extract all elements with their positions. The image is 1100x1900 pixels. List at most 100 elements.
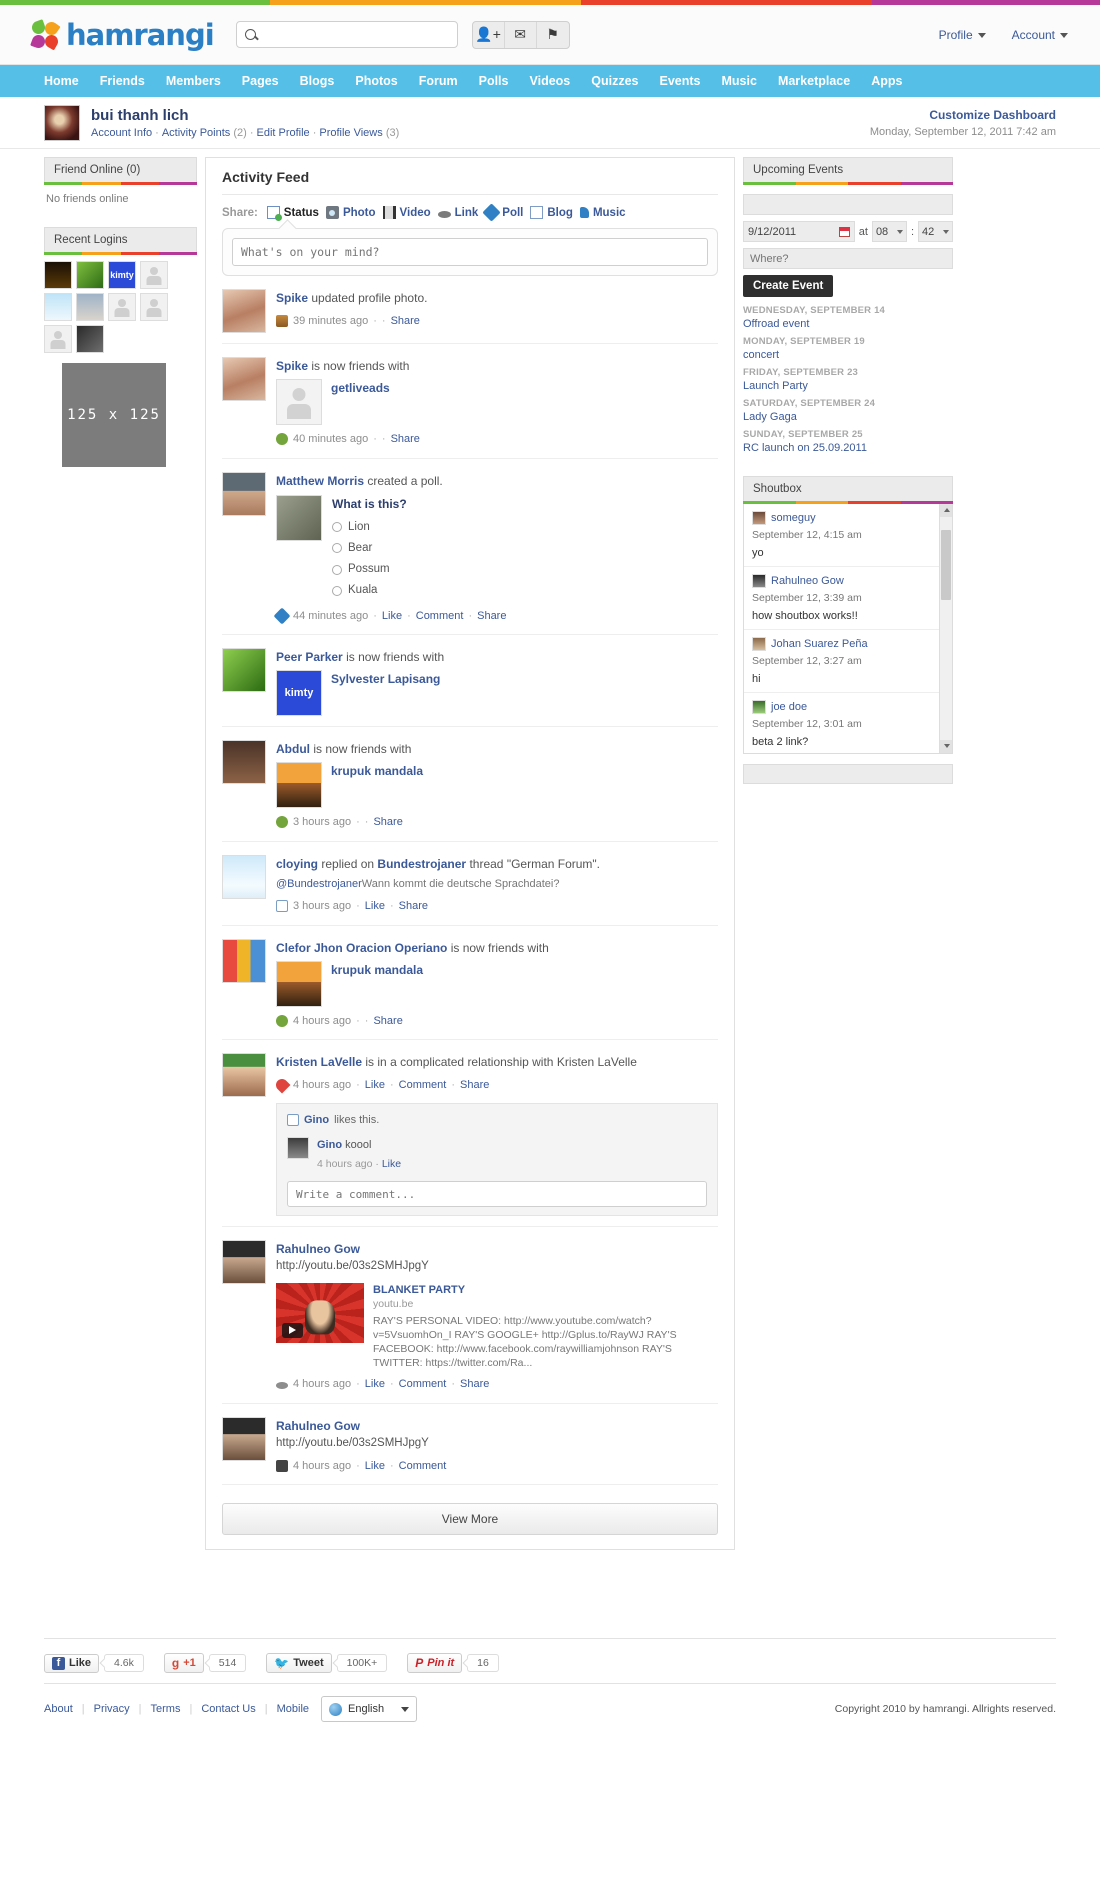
event-where-input[interactable] bbox=[743, 248, 953, 269]
feed-item-friend[interactable]: krupuk mandala bbox=[331, 762, 423, 780]
poll-option[interactable]: Possum bbox=[332, 559, 407, 580]
scrollbar-thumb[interactable] bbox=[941, 530, 951, 600]
footer-link-terms[interactable]: Terms bbox=[151, 1703, 181, 1715]
logo[interactable]: hamrangi bbox=[30, 18, 215, 52]
shoutbox-scrollbar[interactable] bbox=[939, 504, 952, 753]
share-link-button[interactable]: Link bbox=[437, 207, 478, 219]
recent-login-thumb[interactable] bbox=[76, 325, 104, 353]
event-name[interactable]: RC launch on 25.09.2011 bbox=[743, 442, 867, 454]
flag-icon[interactable]: ⚑ bbox=[537, 22, 569, 48]
avatar[interactable] bbox=[752, 637, 766, 651]
recent-login-thumb[interactable] bbox=[76, 261, 104, 289]
share-action[interactable]: Share bbox=[460, 1077, 489, 1094]
pinterest-pin-button[interactable]: P Pin it 16 bbox=[407, 1653, 499, 1674]
nav-item-forum[interactable]: Forum bbox=[419, 74, 458, 88]
recent-login-thumb[interactable] bbox=[108, 293, 136, 321]
profile-menu[interactable]: Profile bbox=[939, 28, 986, 42]
share-status-button[interactable]: Status bbox=[266, 206, 319, 221]
event-what-input[interactable] bbox=[743, 194, 953, 215]
feed-item-url[interactable]: http://youtu.be/03s2SMHJpgY bbox=[276, 1258, 718, 1275]
like-action[interactable]: Like bbox=[365, 1458, 385, 1475]
comment-action[interactable]: Comment bbox=[416, 608, 464, 625]
like-action[interactable]: Like bbox=[382, 608, 402, 625]
comment-action[interactable]: Comment bbox=[399, 1376, 447, 1393]
share-action[interactable]: Share bbox=[373, 1013, 402, 1030]
share-action[interactable]: Share bbox=[391, 313, 420, 330]
event-hour-select[interactable]: 08 bbox=[871, 221, 907, 242]
status-input[interactable] bbox=[232, 238, 708, 266]
friend-thumb[interactable] bbox=[276, 762, 322, 808]
event-name[interactable]: Lady Gaga bbox=[743, 411, 797, 423]
feed-item-author[interactable]: Rahulneo Gow bbox=[276, 1240, 718, 1258]
avatar[interactable] bbox=[222, 938, 266, 983]
create-event-button[interactable]: Create Event bbox=[743, 275, 834, 297]
share-music-button[interactable]: Music bbox=[579, 207, 626, 219]
radio-icon[interactable] bbox=[332, 585, 342, 596]
nav-item-music[interactable]: Music bbox=[722, 74, 757, 88]
recent-login-thumb[interactable] bbox=[44, 261, 72, 289]
avatar[interactable] bbox=[222, 357, 266, 401]
share-poll-button[interactable]: Poll bbox=[482, 203, 523, 222]
recent-login-thumb[interactable] bbox=[44, 325, 72, 353]
share-action[interactable]: Share bbox=[373, 814, 402, 831]
feed-item-url[interactable]: http://youtu.be/03s2SMHJpgY bbox=[276, 1435, 718, 1452]
nav-item-pages[interactable]: Pages bbox=[242, 74, 279, 88]
footer-link-privacy[interactable]: Privacy bbox=[94, 1703, 130, 1715]
avatar[interactable] bbox=[222, 289, 266, 333]
nav-item-polls[interactable]: Polls bbox=[479, 74, 509, 88]
recent-login-thumb[interactable] bbox=[140, 293, 168, 321]
thread-owner[interactable]: Bundestrojaner bbox=[377, 857, 466, 871]
friend-thumb[interactable]: kimty bbox=[276, 670, 322, 716]
link-preview-card[interactable]: BLANKET PARTY youtu.be RAY'S PERSONAL VI… bbox=[276, 1282, 718, 1371]
poll-option[interactable]: Kuala bbox=[332, 580, 407, 601]
link-profile-views[interactable]: Profile Views bbox=[319, 127, 382, 139]
like-action[interactable]: Like bbox=[365, 898, 385, 915]
avatar[interactable] bbox=[222, 1240, 266, 1285]
feed-item-author[interactable]: Rahulneo Gow bbox=[276, 1417, 718, 1435]
event-date-field[interactable]: 9/12/2011 bbox=[743, 221, 855, 242]
poll-thumb[interactable] bbox=[276, 494, 322, 541]
share-photo-button[interactable]: Photo bbox=[325, 206, 376, 219]
feed-item-author[interactable]: Spike bbox=[276, 291, 308, 305]
shout-author[interactable]: someguy bbox=[771, 512, 816, 524]
liker-name[interactable]: Gino bbox=[304, 1112, 329, 1129]
event-name[interactable]: concert bbox=[743, 349, 779, 361]
avatar[interactable] bbox=[222, 1416, 266, 1461]
comment-author[interactable]: Gino bbox=[317, 1139, 342, 1151]
share-action[interactable]: Share bbox=[477, 608, 506, 625]
google-plus-button[interactable]: g +1 514 bbox=[163, 1653, 247, 1674]
like-action[interactable]: Like bbox=[365, 1077, 385, 1094]
avatar[interactable] bbox=[44, 104, 80, 141]
avatar[interactable] bbox=[752, 700, 766, 714]
view-more-button[interactable]: View More bbox=[222, 1503, 718, 1536]
nav-item-quizzes[interactable]: Quizzes bbox=[591, 74, 638, 88]
search-input[interactable] bbox=[261, 26, 449, 43]
avatar[interactable] bbox=[222, 1053, 266, 1097]
feed-item-friend[interactable]: Sylvester Lapisang bbox=[331, 670, 440, 688]
radio-icon[interactable] bbox=[332, 564, 342, 575]
like-action[interactable]: Like bbox=[365, 1376, 385, 1393]
nav-item-home[interactable]: Home bbox=[44, 74, 79, 88]
nav-item-marketplace[interactable]: Marketplace bbox=[778, 74, 850, 88]
link-edit-profile[interactable]: Edit Profile bbox=[256, 127, 309, 139]
customize-dashboard-link[interactable]: Customize Dashboard bbox=[929, 108, 1056, 122]
recent-login-thumb[interactable] bbox=[76, 293, 104, 321]
shout-author[interactable]: joe doe bbox=[771, 701, 807, 713]
avatar[interactable] bbox=[222, 471, 266, 516]
footer-link-contact-us[interactable]: Contact Us bbox=[201, 1703, 255, 1715]
avatar[interactable] bbox=[752, 574, 766, 588]
link-activity-points[interactable]: Activity Points bbox=[162, 127, 230, 139]
message-icon[interactable]: ✉ bbox=[505, 21, 537, 48]
event-name[interactable]: Launch Party bbox=[743, 380, 808, 392]
nav-item-apps[interactable]: Apps bbox=[871, 74, 902, 88]
play-icon[interactable] bbox=[282, 1322, 303, 1338]
share-video-button[interactable]: Video bbox=[382, 206, 431, 219]
comment-action[interactable]: Comment bbox=[399, 1458, 447, 1475]
link-card-title[interactable]: BLANKET PARTY bbox=[373, 1283, 718, 1298]
event-name[interactable]: Offroad event bbox=[743, 318, 809, 330]
calendar-icon[interactable] bbox=[838, 226, 850, 237]
avatar[interactable] bbox=[752, 511, 766, 525]
nav-item-members[interactable]: Members bbox=[166, 74, 221, 88]
comment-input[interactable] bbox=[287, 1181, 707, 1208]
language-selector[interactable]: English bbox=[321, 1696, 418, 1723]
